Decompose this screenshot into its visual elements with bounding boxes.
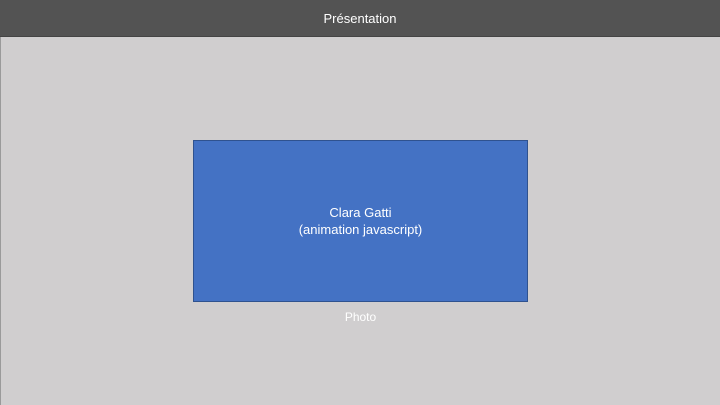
photo-person-name: Clara Gatti <box>329 205 392 220</box>
photo-placeholder: Clara Gatti (animation javascript) <box>193 140 528 302</box>
page-title: Présentation <box>323 11 397 26</box>
left-edge-divider <box>0 37 1 405</box>
header-bar: Présentation <box>0 0 720 37</box>
photo-caption: Photo <box>344 310 377 324</box>
photo-person-subtitle: (animation javascript) <box>298 222 423 237</box>
